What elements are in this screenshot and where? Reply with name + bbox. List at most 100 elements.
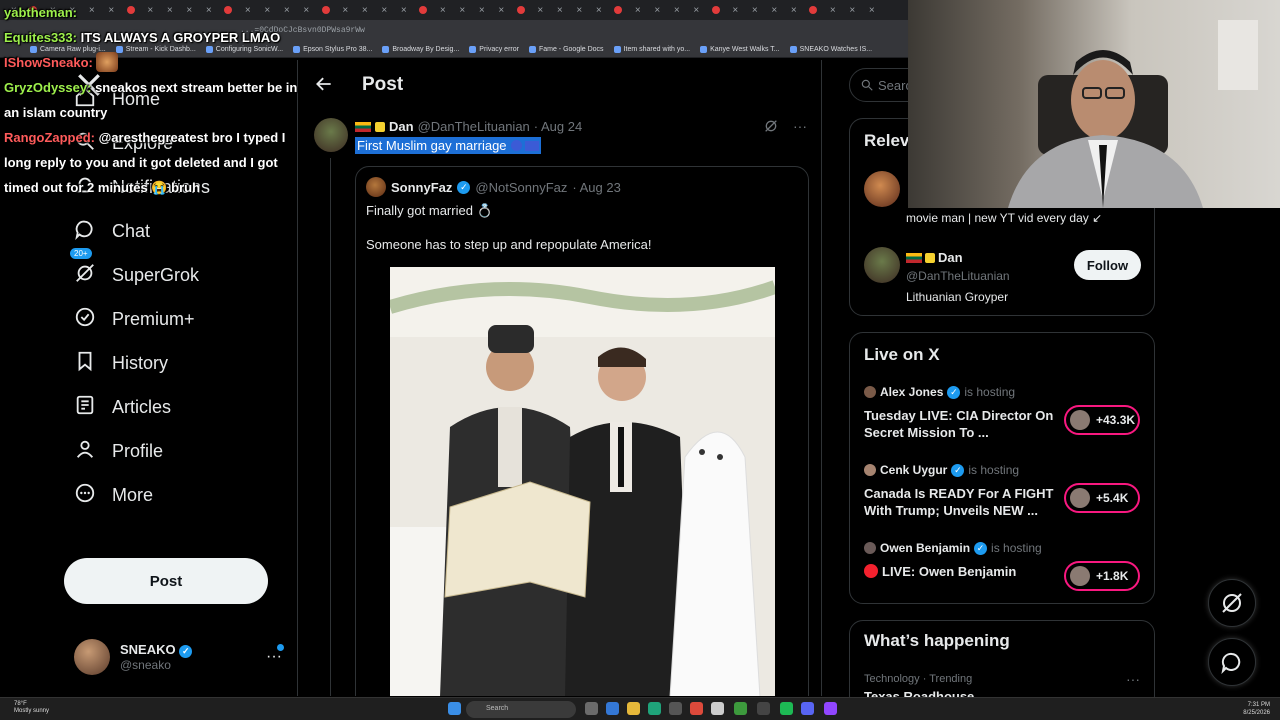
weather-temp: 78°F bbox=[14, 701, 27, 707]
browser-tab[interactable] bbox=[414, 0, 434, 20]
live-item[interactable]: Owen Benjamin ✓ is hosting LIVE: Owen Benja… bbox=[864, 541, 1142, 611]
relevant-user-name[interactable]: Dan bbox=[938, 250, 963, 265]
xbox-icon[interactable] bbox=[734, 702, 747, 715]
avatar[interactable] bbox=[864, 171, 900, 207]
more-icon[interactable]: ··· bbox=[266, 648, 282, 666]
tab-favicon bbox=[809, 6, 818, 14]
browser-tab[interactable]: × bbox=[433, 0, 453, 20]
browser-tab[interactable]: × bbox=[862, 0, 882, 20]
browser-tab[interactable]: × bbox=[648, 0, 668, 20]
bookmark-item[interactable]: Kanye West Walks T... bbox=[700, 46, 780, 53]
bookmark-item[interactable]: SNEAKO Watches IS... bbox=[789, 46, 872, 53]
webcam-overlay bbox=[908, 0, 1280, 208]
app-icon[interactable] bbox=[711, 702, 724, 715]
app-icon[interactable] bbox=[669, 702, 682, 715]
host-name: Owen Benjamin bbox=[880, 541, 971, 555]
browser-tab[interactable]: × bbox=[726, 0, 746, 20]
taskbar-search[interactable]: Search bbox=[466, 701, 576, 718]
post-button[interactable]: Post bbox=[64, 558, 268, 604]
grok-icon[interactable] bbox=[763, 118, 779, 134]
relevant-user-bio: Lithuanian Groyper bbox=[906, 290, 1009, 304]
browser-tab[interactable] bbox=[706, 0, 726, 20]
browser-tab[interactable] bbox=[316, 0, 336, 20]
live-item[interactable]: Cenk Uygur ✓ is hosting Canada Is READY For… bbox=[864, 463, 1142, 533]
weather-widget[interactable]: 78°F Mostly sunny bbox=[14, 701, 49, 715]
follow-button[interactable]: Follow bbox=[1074, 250, 1141, 280]
browser-tab[interactable] bbox=[511, 0, 531, 20]
app-icon[interactable] bbox=[585, 702, 598, 715]
nav-item-history[interactable]: History bbox=[74, 350, 168, 377]
chat-message: yabtheman: bbox=[4, 0, 304, 25]
browser-tab[interactable]: × bbox=[394, 0, 414, 20]
browser-tab[interactable]: × bbox=[589, 0, 609, 20]
edge-icon[interactable] bbox=[648, 702, 661, 715]
browser-tab[interactable]: × bbox=[745, 0, 765, 20]
browser-tab[interactable]: × bbox=[336, 0, 356, 20]
listener-count[interactable]: +1.8K bbox=[1064, 561, 1140, 591]
nav-item-premium[interactable]: Premium+ bbox=[74, 306, 195, 333]
more-icon[interactable]: ··· bbox=[1126, 671, 1140, 687]
messages-fab-button[interactable] bbox=[1208, 638, 1256, 686]
post-date[interactable]: · Aug 24 bbox=[534, 119, 582, 134]
browser-tab[interactable]: × bbox=[375, 0, 395, 20]
app-icon[interactable] bbox=[757, 702, 770, 715]
more-icon[interactable]: ··· bbox=[793, 118, 807, 134]
system-clock[interactable]: 7:31 PM 8/25/2026 bbox=[1243, 701, 1270, 717]
avatar[interactable] bbox=[864, 247, 900, 283]
app-icon[interactable] bbox=[824, 702, 837, 715]
windows-start-icon[interactable] bbox=[448, 702, 461, 715]
browser-tab[interactable]: × bbox=[472, 0, 492, 20]
browser-tab[interactable]: × bbox=[531, 0, 551, 20]
nav-item-articles[interactable]: Articles bbox=[74, 394, 171, 421]
app-icon[interactable] bbox=[801, 702, 814, 715]
post-author-handle[interactable]: @DanTheLituanian bbox=[418, 119, 530, 134]
articles-icon bbox=[74, 394, 96, 421]
spotify-icon[interactable] bbox=[780, 702, 793, 715]
browser-tab[interactable]: × bbox=[628, 0, 648, 20]
nav-item-more[interactable]: More bbox=[74, 482, 153, 509]
nav-item-chat[interactable]: Chat bbox=[74, 218, 150, 245]
grok-fab-button[interactable] bbox=[1208, 579, 1256, 627]
nav-item-profile[interactable]: Profile bbox=[74, 438, 163, 465]
live-item[interactable]: Alex Jones ✓ is hosting Tuesday LIVE: CIA D… bbox=[864, 385, 1142, 455]
bookmark-item[interactable]: Privacy error bbox=[469, 46, 519, 53]
quote-header: SonnyFaz ✓ @NotSonnyFaz · Aug 23 bbox=[366, 177, 621, 197]
flag-icon bbox=[355, 121, 371, 132]
back-arrow-icon[interactable] bbox=[314, 74, 334, 94]
folder-icon[interactable] bbox=[627, 702, 640, 715]
browser-tab[interactable]: × bbox=[550, 0, 570, 20]
browser-tab[interactable]: × bbox=[453, 0, 473, 20]
browser-tab[interactable]: × bbox=[355, 0, 375, 20]
bookmark-item[interactable]: Broadway By Desig... bbox=[382, 46, 459, 53]
browser-tab[interactable]: × bbox=[667, 0, 687, 20]
quote-avatar bbox=[366, 177, 386, 197]
quoted-post[interactable]: SonnyFaz ✓ @NotSonnyFaz · Aug 23 Finally… bbox=[355, 166, 809, 696]
post-tools: ··· bbox=[763, 118, 807, 134]
browser-tab[interactable]: × bbox=[843, 0, 863, 20]
browser-tab[interactable]: × bbox=[823, 0, 843, 20]
post-photo[interactable] bbox=[390, 267, 775, 696]
relevant-user-bio: movie man | new YT vid every day ↙ bbox=[906, 211, 1103, 225]
account-switcher[interactable]: SNEAKO ✓ @sneako ··· bbox=[74, 636, 288, 678]
listener-count[interactable]: +43.3K bbox=[1064, 405, 1140, 435]
chat-icon bbox=[74, 218, 96, 245]
app-icon[interactable] bbox=[606, 702, 619, 715]
host-name: Alex Jones bbox=[880, 385, 944, 399]
bookmark-item[interactable]: Item shared with yo... bbox=[613, 46, 690, 53]
browser-tab[interactable]: × bbox=[765, 0, 785, 20]
browser-tab[interactable] bbox=[609, 0, 629, 20]
post-avatar[interactable] bbox=[314, 118, 348, 152]
browser-tab[interactable]: × bbox=[492, 0, 512, 20]
bookmark-item[interactable]: Epson Stylus Pro 38... bbox=[293, 46, 372, 53]
relevant-user-handle[interactable]: @DanTheLituanian bbox=[906, 269, 1010, 283]
nav-item-label: History bbox=[112, 353, 169, 373]
post-author-name[interactable]: Dan bbox=[389, 119, 414, 134]
browser-tab[interactable]: × bbox=[687, 0, 707, 20]
listener-count[interactable]: +5.4K bbox=[1064, 483, 1140, 513]
browser-tab[interactable]: × bbox=[784, 0, 804, 20]
chrome-icon[interactable] bbox=[690, 702, 703, 715]
bookmark-item[interactable]: Fame - Google Docs bbox=[528, 46, 604, 53]
nav-item-supergrok[interactable]: SuperGrok bbox=[74, 262, 199, 289]
browser-tab[interactable]: × bbox=[570, 0, 590, 20]
browser-tab[interactable] bbox=[804, 0, 824, 20]
